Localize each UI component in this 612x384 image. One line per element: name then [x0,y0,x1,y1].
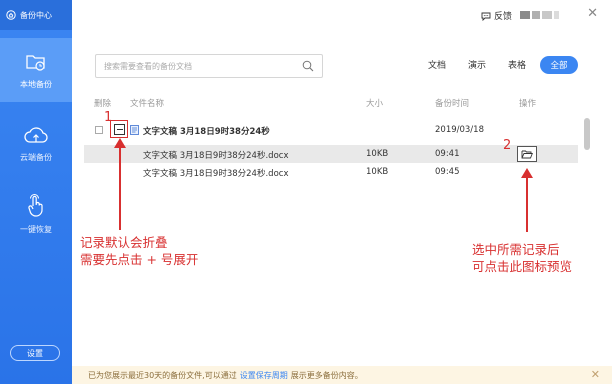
notice-bar: 已为您展示最近30天的备份文件,可以通过 设置保存周期 展示更多备份内容。 ✕ [72,366,612,384]
annotation-line: 需要先点击 + 号展开 [80,252,199,267]
annotation-text-preview: 选中所需记录后 可点击此图标预览 [472,241,572,275]
annotation-arrow-right [521,168,533,232]
close-notice-icon[interactable]: ✕ [591,368,600,381]
annotation-line: 可点击此图标预览 [472,259,573,274]
annotation-text-collapse: 记录默认会折叠 需要先点击 + 号展开 [80,234,198,268]
save-period-link[interactable]: 设置保存周期 [240,370,288,381]
notice-text: 已为您展示最近30天的备份文件,可以通过 [88,370,237,380]
annotation-line: 选中所需记录后 [472,242,560,257]
annotation-arrows [114,138,533,232]
notice-text-end: 展示更多备份内容。 [290,370,363,380]
annotation-line: 记录默认会折叠 [80,235,168,250]
annotation-arrow-left [114,138,126,230]
